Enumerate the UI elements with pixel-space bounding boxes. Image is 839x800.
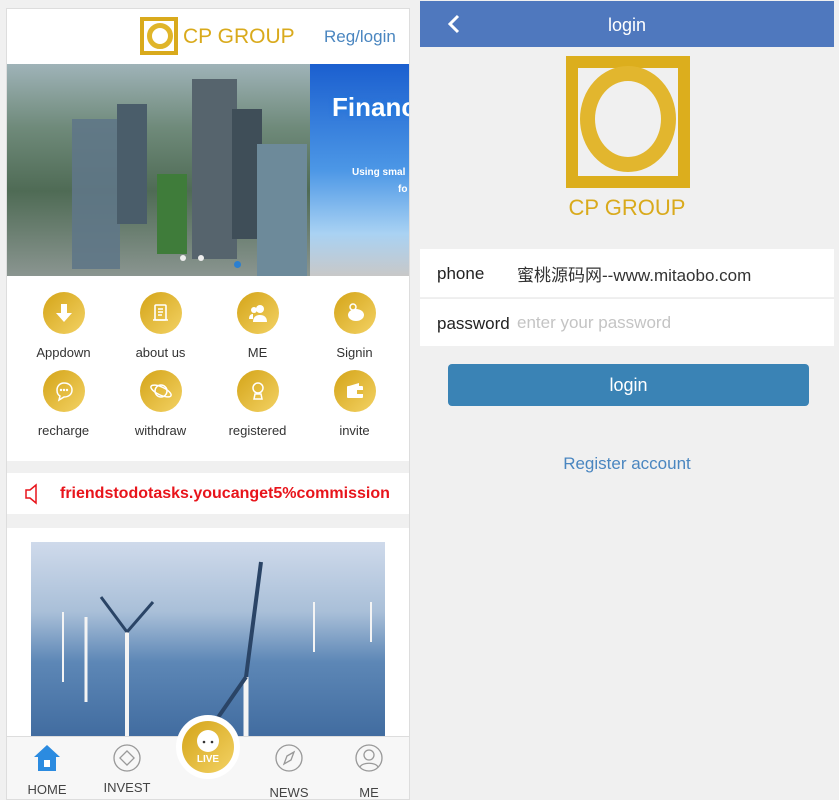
nav-invest[interactable]: INVEST <box>87 743 167 795</box>
planet-icon <box>139 370 182 412</box>
quick-menu: Appdown about us ME Signin recharge with… <box>7 276 409 461</box>
nav-home[interactable]: HOME <box>7 743 87 797</box>
home-icon <box>34 745 60 771</box>
brand-name: CP GROUP <box>183 25 295 48</box>
menu-about-us[interactable]: about us <box>112 292 209 360</box>
diamond-icon <box>113 744 141 772</box>
piggy-bank-icon <box>333 292 376 334</box>
home-header: CP GROUP Reg/login <box>7 9 409 64</box>
nav-me[interactable]: ME <box>329 743 409 799</box>
phone-row: phone <box>420 249 834 297</box>
menu-registered[interactable]: registered <box>209 370 306 438</box>
customer-service-icon: LIVE <box>182 721 234 773</box>
menu-invite[interactable]: invite <box>306 370 403 438</box>
password-input[interactable] <box>517 309 817 337</box>
banner-slide-city <box>7 64 310 276</box>
user-icon <box>355 744 383 772</box>
menu-me[interactable]: ME <box>209 292 306 360</box>
banner-slide-finance: Financ Using smal fo <box>310 64 409 276</box>
bottom-nav: HOME INVEST LIVE NEWS ME <box>7 715 409 799</box>
password-row: password <box>420 298 834 346</box>
wallet-icon <box>333 370 376 412</box>
cp-group-logo-icon <box>140 17 178 55</box>
menu-recharge[interactable]: recharge <box>15 370 112 438</box>
menu-withdraw[interactable]: withdraw <box>112 370 209 438</box>
download-icon <box>42 292 85 334</box>
compass-icon <box>275 744 303 772</box>
notice-text: friendstodotasks.youcanget5%commission <box>60 485 390 502</box>
nav-live[interactable]: LIVE <box>176 715 240 779</box>
login-header: login <box>420 1 834 47</box>
menu-appdown[interactable]: Appdown <box>15 292 112 360</box>
scroll-icon <box>139 292 182 334</box>
menu-signin[interactable]: Signin <box>306 292 403 360</box>
phone-input[interactable] <box>517 259 817 287</box>
speaker-icon <box>25 483 37 505</box>
page-title: login <box>607 15 647 35</box>
home-screen: CP GROUP Reg/login Financ Using smal fo … <box>6 8 410 800</box>
banner-carousel[interactable]: Financ Using smal fo <box>7 64 409 276</box>
nav-news[interactable]: NEWS <box>249 743 329 799</box>
register-account-link[interactable]: Register account <box>420 454 834 474</box>
users-icon <box>236 292 279 334</box>
notice-bar: friendstodotasks.youcanget5%commission <box>7 473 409 514</box>
reg-login-link[interactable]: Reg/login <box>324 27 396 47</box>
login-screen: login CP GROUP phone password login Regi… <box>420 1 834 800</box>
robot-icon <box>236 370 279 412</box>
brand-name: CP GROUP <box>568 195 686 220</box>
cp-group-logo-icon <box>566 56 690 188</box>
wind-farm-image <box>31 542 385 742</box>
login-button[interactable]: login <box>448 364 809 406</box>
chat-icon <box>42 370 85 412</box>
